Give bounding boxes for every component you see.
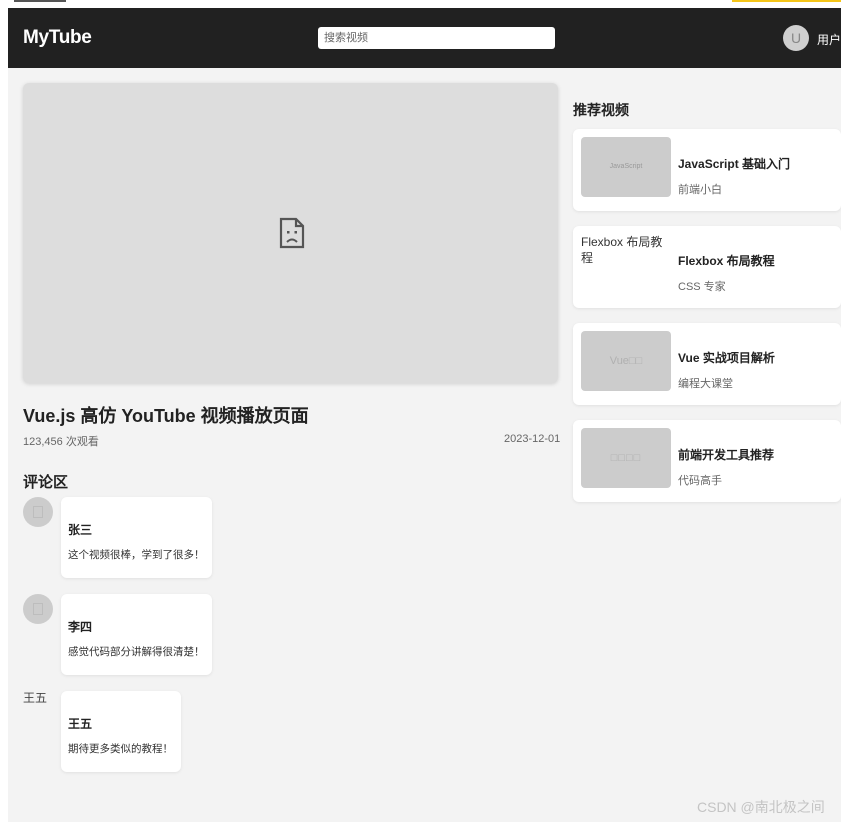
broken-video-icon	[279, 217, 305, 249]
comment-avatar-broken-image: 王五	[23, 691, 48, 705]
search-input[interactable]	[318, 27, 555, 49]
upload-date: 2023-12-01	[504, 433, 561, 445]
recommended-video-card[interactable]: Flexbox 布局教程 Flexbox 布局教程 CSS 专家	[573, 226, 841, 308]
comment-author: 王五	[68, 717, 93, 731]
browser-top-strip	[0, 0, 841, 8]
recommended-video-author: CSS 专家	[678, 281, 726, 293]
username[interactable]: 用户	[817, 31, 841, 48]
recommended-video-author: 代码高手	[678, 475, 722, 487]
comments-heading: 评论区	[23, 474, 69, 491]
recommended-video-author: 前端小白	[678, 184, 722, 196]
recommended-video-card[interactable]: JavaScript JavaScript 基础入门 前端小白	[573, 129, 841, 211]
video-thumbnail[interactable]: JavaScript	[581, 137, 671, 197]
page: MyTube U 用户 Vue.js 高仿 YouTube 视频播放页面 123…	[8, 8, 841, 822]
comment-text: 期待更多类似的教程！	[68, 743, 173, 755]
comment-avatar	[23, 497, 53, 527]
watermark: CSDN @南北极之间	[697, 799, 825, 815]
comment-author: 李四	[68, 620, 93, 634]
video-title: Vue.js 高仿 YouTube 视频播放页面	[23, 406, 309, 426]
recommended-video-title[interactable]: JavaScript 基础入门	[678, 155, 790, 172]
comment-text: 感觉代码部分讲解得很清楚！	[68, 646, 205, 658]
comment-avatar	[23, 594, 53, 624]
top-strip-right-mark	[732, 0, 841, 2]
recommended-video-title[interactable]: 前端开发工具推荐	[678, 446, 774, 463]
recommended-video-author: 编程大课堂	[678, 378, 733, 390]
header: MyTube U 用户	[8, 8, 841, 68]
comment-text: 这个视频很棒，学到了很多！	[68, 549, 205, 561]
comment-card: 张三 这个视频很棒，学到了很多！	[61, 497, 212, 578]
view-count: 123,456 次观看	[23, 436, 99, 448]
video-thumbnail[interactable]: Vue□□	[581, 331, 671, 391]
comment-author: 张三	[68, 523, 93, 537]
logo[interactable]: MyTube	[23, 27, 92, 49]
top-strip-left-mark	[14, 0, 66, 2]
recommended-video-card[interactable]: □□□□ 前端开发工具推荐 代码高手	[573, 420, 841, 502]
video-thumbnail-broken-image[interactable]: Flexbox 布局教程	[581, 234, 671, 266]
user-avatar[interactable]: U	[783, 25, 809, 51]
recommended-video-title[interactable]: Flexbox 布局教程	[678, 252, 775, 269]
recommended-heading: 推荐视频	[573, 102, 629, 118]
comment-card: 李四 感觉代码部分讲解得很清楚！	[61, 594, 212, 675]
recommended-video-card[interactable]: Vue□□ Vue 实战项目解析 编程大课堂	[573, 323, 841, 405]
comment-card: 王五 期待更多类似的教程！	[61, 691, 181, 772]
video-player[interactable]	[23, 83, 558, 383]
recommended-video-title[interactable]: Vue 实战项目解析	[678, 349, 775, 366]
video-thumbnail[interactable]: □□□□	[581, 428, 671, 488]
